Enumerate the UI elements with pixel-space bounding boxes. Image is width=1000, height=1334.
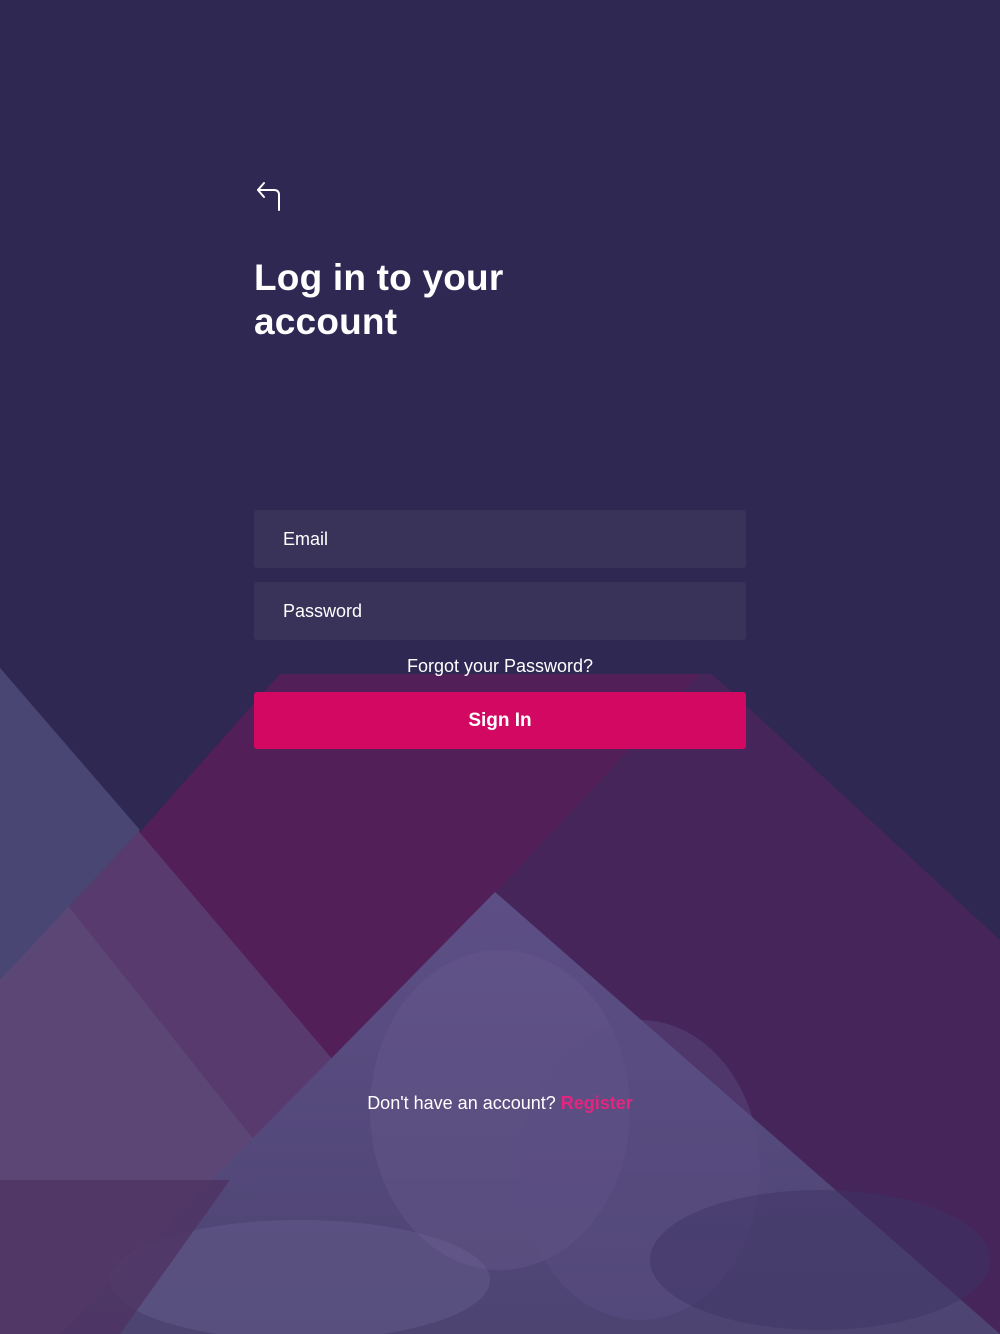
register-prompt-text: Don't have an account? bbox=[367, 1093, 556, 1113]
password-field[interactable] bbox=[254, 582, 746, 640]
register-prompt: Don't have an account? Register bbox=[250, 1091, 750, 1115]
forgot-password-link[interactable]: Forgot your Password? bbox=[254, 654, 746, 678]
sign-in-button[interactable]: Sign In bbox=[254, 692, 746, 749]
back-button[interactable] bbox=[250, 172, 286, 214]
register-link[interactable]: Register bbox=[561, 1093, 633, 1113]
back-arrow-icon bbox=[257, 182, 280, 211]
login-screen: Log in to your account Forgot your Passw… bbox=[0, 0, 1000, 1334]
email-field[interactable] bbox=[254, 510, 746, 568]
page-title: Log in to your account bbox=[254, 257, 504, 342]
